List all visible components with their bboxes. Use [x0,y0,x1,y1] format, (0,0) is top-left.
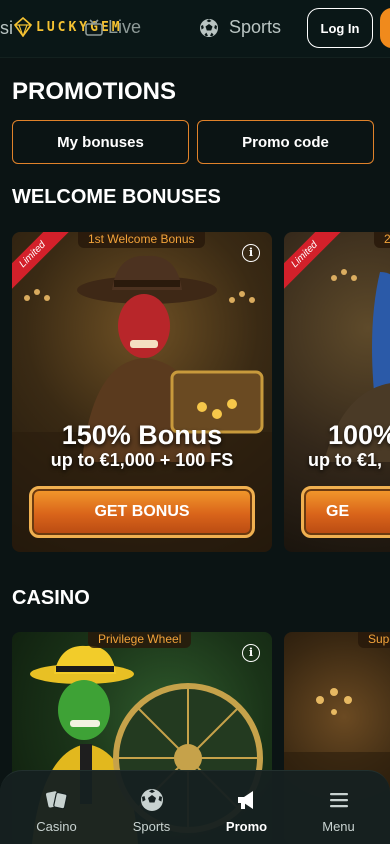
bonus-title: 150% Bonus [61,420,223,450]
welcome-bonus-card-1[interactable]: Limited 1st Welcome Bonus i 150% Bonus u… [12,232,272,552]
info-icon[interactable]: i [242,244,260,262]
welcome-bonuses-heading: WELCOME BONUSES [12,186,221,208]
bottom-nav-menu[interactable]: Menu [290,771,387,844]
bonus-subtitle: up to €1,000 + 100 FS [50,450,234,470]
top-header: asi LUCKYGEM Live Sports Log In [0,0,390,58]
gem-logo-icon [14,17,32,37]
card-tag: Privilege Wheel [88,632,192,648]
bonus-subtitle: up to €1, [308,450,383,470]
bottom-nav-label: Promo [225,819,268,834]
bottom-nav-label: Menu [322,819,355,834]
cards-icon [45,791,68,810]
bottom-nav-label: Casino [36,819,77,834]
info-icon[interactable]: i [242,644,260,662]
bottom-nav-promo[interactable]: Promo [198,771,295,844]
soccer-ball-icon [140,789,163,811]
card-tag: 1st Welcome Bonus [78,232,205,248]
page-title: PROMOTIONS [12,78,177,105]
welcome-bonus-card-2[interactable]: Limited 2n 100% up to €1, GE [284,232,390,552]
megaphone-icon [237,791,253,809]
login-button[interactable]: Log In [307,8,373,48]
nav-live-link[interactable]: Live [84,17,141,38]
my-bonuses-button[interactable]: My bonuses [12,120,189,164]
get-bonus-button[interactable]: GET BONUS [29,486,255,538]
signup-button[interactable] [380,8,390,48]
soccer-ball-icon [200,18,218,37]
card-tag: 2n [374,232,390,248]
get-bonus-button[interactable]: GE [301,486,390,538]
nav-sports-link[interactable]: Sports [199,17,281,38]
live-tv-icon [85,18,103,36]
bottom-nav-sports[interactable]: Sports [103,771,200,844]
bottom-nav-casino[interactable]: Casino [8,771,105,844]
bottom-nav-label: Sports [132,819,171,834]
nav-casino-link[interactable]: asi [0,18,13,39]
bottom-navigation: Casino Sports Promo Menu [0,770,390,844]
casino-heading: CASINO [12,587,90,609]
bonus-title: 100% [328,420,390,450]
promo-code-button[interactable]: Promo code [197,120,374,164]
nav-live-label: Live [108,17,142,37]
hamburger-menu-icon [329,793,348,808]
nav-sports-label: Sports [229,17,282,37]
card-tag: Super [358,632,390,648]
